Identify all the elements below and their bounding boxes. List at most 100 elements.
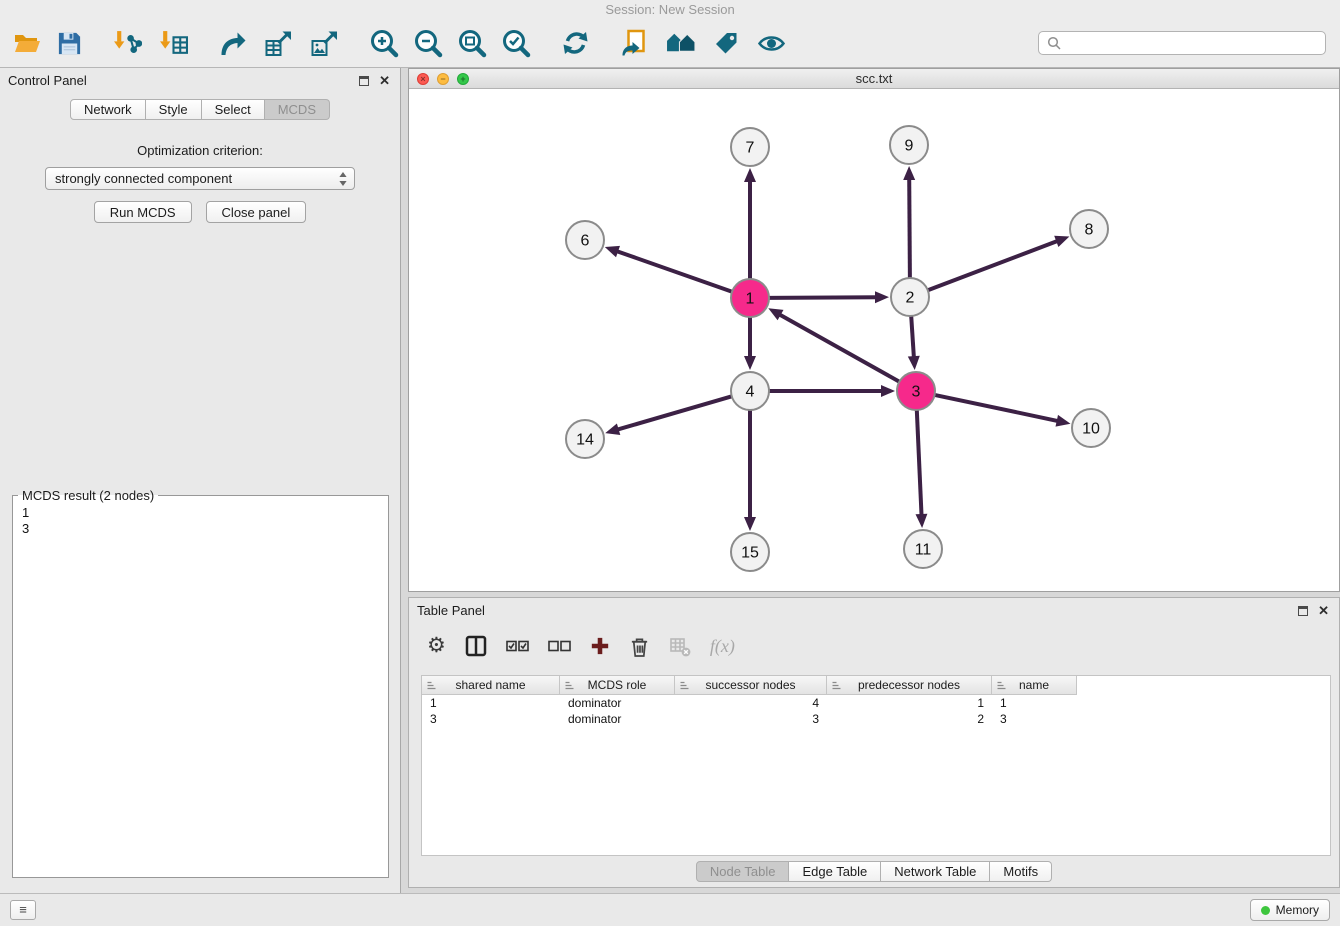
table-panel-tabs: Node TableEdge TableNetwork TableMotifs: [409, 861, 1339, 882]
table-cell: 4: [675, 696, 827, 710]
graph-edge-1-2[interactable]: [769, 297, 878, 298]
save-icon: [56, 30, 83, 57]
graph-node-label: 14: [576, 432, 594, 449]
zoom-selected-button[interactable]: [501, 27, 531, 59]
table-row[interactable]: 1dominator411: [422, 695, 1330, 711]
graph-node-label: 1: [746, 291, 755, 308]
control-panel: Control Panel ✕ NetworkStyleSelectMCDS O…: [0, 68, 401, 893]
float-table-panel-icon[interactable]: [1298, 606, 1308, 616]
zoom-out-icon: [413, 28, 443, 58]
close-panel-button[interactable]: Close panel: [206, 201, 307, 223]
table-toolbar: ⚙ f(x): [409, 623, 1339, 669]
network-graph-canvas[interactable]: 7968124314101511: [409, 89, 1339, 591]
label-tag-button[interactable]: [713, 27, 740, 59]
table-cell: 1: [827, 696, 992, 710]
graph-edge-arrow: [744, 517, 756, 531]
close-window-icon[interactable]: ×: [417, 73, 429, 85]
gear-icon: ⚙: [427, 635, 446, 657]
tab-select[interactable]: Select: [202, 99, 265, 120]
graph-edge-2-3[interactable]: [911, 316, 914, 359]
optimization-criterion-label: Optimization criterion:: [0, 143, 400, 158]
export-table-icon: [264, 30, 293, 57]
column-header-successor-nodes[interactable]: successor nodes: [675, 676, 827, 695]
tab-mcds[interactable]: MCDS: [265, 99, 330, 120]
graph-edge-2-9[interactable]: [909, 177, 910, 278]
zoom-in-icon: [369, 28, 399, 58]
export-image-button[interactable]: [310, 27, 339, 59]
task-history-button[interactable]: ≡: [10, 900, 36, 920]
delete-table-button[interactable]: [669, 636, 691, 657]
tab-motifs[interactable]: Motifs: [990, 861, 1052, 882]
graph-edge-arrow: [881, 385, 895, 397]
column-header-shared-name[interactable]: shared name: [422, 676, 560, 695]
table-row[interactable]: 3dominator323: [422, 711, 1330, 727]
export-table-button[interactable]: [264, 27, 293, 59]
node-table: shared nameMCDS rolesuccessor nodesprede…: [421, 675, 1331, 856]
main-toolbar: [0, 19, 1340, 68]
sort-icon: [679, 680, 690, 694]
column-header-MCDS-role[interactable]: MCDS role: [560, 676, 675, 695]
unselect-all-columns-button[interactable]: [548, 640, 571, 652]
delete-columns-button[interactable]: [629, 635, 650, 658]
memory-status-dot: [1261, 906, 1270, 915]
refresh-icon: [561, 29, 590, 57]
run-mcds-button[interactable]: Run MCDS: [94, 201, 192, 223]
trash-icon: [629, 635, 650, 658]
optimization-criterion-select[interactable]: strongly connected component: [45, 167, 355, 190]
sort-icon: [426, 680, 437, 694]
copy-document-button[interactable]: [620, 27, 649, 59]
table-settings-button[interactable]: ⚙: [427, 635, 446, 657]
select-all-columns-icon: [506, 640, 529, 652]
add-column-button[interactable]: [590, 636, 610, 656]
tab-network-table[interactable]: Network Table: [881, 861, 990, 882]
graph-node-label: 3: [912, 384, 921, 401]
refresh-button[interactable]: [561, 27, 590, 59]
zoom-fit-button[interactable]: [457, 27, 487, 59]
zoom-fit-icon: [457, 28, 487, 58]
minimize-window-icon[interactable]: −: [437, 73, 449, 85]
delete-table-icon: [669, 636, 691, 657]
graph-edge-2-8[interactable]: [928, 240, 1059, 290]
tab-edge-table[interactable]: Edge Table: [789, 861, 881, 882]
label-tag-icon: [713, 30, 740, 56]
graph-edge-4-14[interactable]: [616, 396, 732, 430]
show-hide-button[interactable]: [757, 27, 786, 59]
graph-edge-3-11[interactable]: [917, 410, 922, 517]
mcds-result-item: 1: [22, 505, 379, 521]
close-panel-icon[interactable]: ✕: [379, 75, 390, 87]
maximize-window-icon[interactable]: +: [457, 73, 469, 85]
column-header-name[interactable]: name: [992, 676, 1077, 695]
graph-edge-3-1[interactable]: [778, 314, 900, 382]
tab-node-table[interactable]: Node Table: [696, 861, 790, 882]
table-cell: 3: [992, 712, 1077, 726]
column-header-predecessor-nodes[interactable]: predecessor nodes: [827, 676, 992, 695]
zoom-selected-icon: [501, 28, 531, 58]
search-input[interactable]: [1066, 35, 1317, 52]
import-network-button[interactable]: [113, 27, 142, 59]
search-field[interactable]: [1038, 31, 1326, 55]
table-header-row: shared nameMCDS rolesuccessor nodesprede…: [422, 676, 1330, 695]
table-panel-title: Table Panel: [417, 603, 1298, 618]
graph-edge-3-10[interactable]: [935, 395, 1060, 422]
function-builder-button[interactable]: f(x): [710, 636, 735, 657]
select-all-columns-button[interactable]: [506, 640, 529, 652]
graph-edge-arrow: [744, 168, 756, 182]
float-panel-icon[interactable]: [359, 76, 369, 86]
tab-style[interactable]: Style: [146, 99, 202, 120]
memory-button[interactable]: Memory: [1250, 899, 1330, 921]
close-table-panel-icon[interactable]: ✕: [1318, 605, 1329, 617]
add-column-icon: [590, 636, 610, 656]
tab-network[interactable]: Network: [70, 99, 146, 120]
status-bar: ≡ Memory: [0, 893, 1340, 926]
graph-edge-1-6[interactable]: [615, 251, 732, 292]
neighbors-button[interactable]: [666, 27, 696, 59]
zoom-in-button[interactable]: [369, 27, 399, 59]
split-columns-button[interactable]: [465, 635, 487, 657]
zoom-out-button[interactable]: [413, 27, 443, 59]
share-network-button[interactable]: [218, 27, 247, 59]
table-body: 1dominator4113dominator323: [422, 695, 1330, 727]
import-table-button[interactable]: [159, 27, 188, 59]
open-file-button[interactable]: [12, 27, 42, 59]
import-table-icon: [159, 30, 188, 57]
save-button[interactable]: [56, 27, 83, 59]
